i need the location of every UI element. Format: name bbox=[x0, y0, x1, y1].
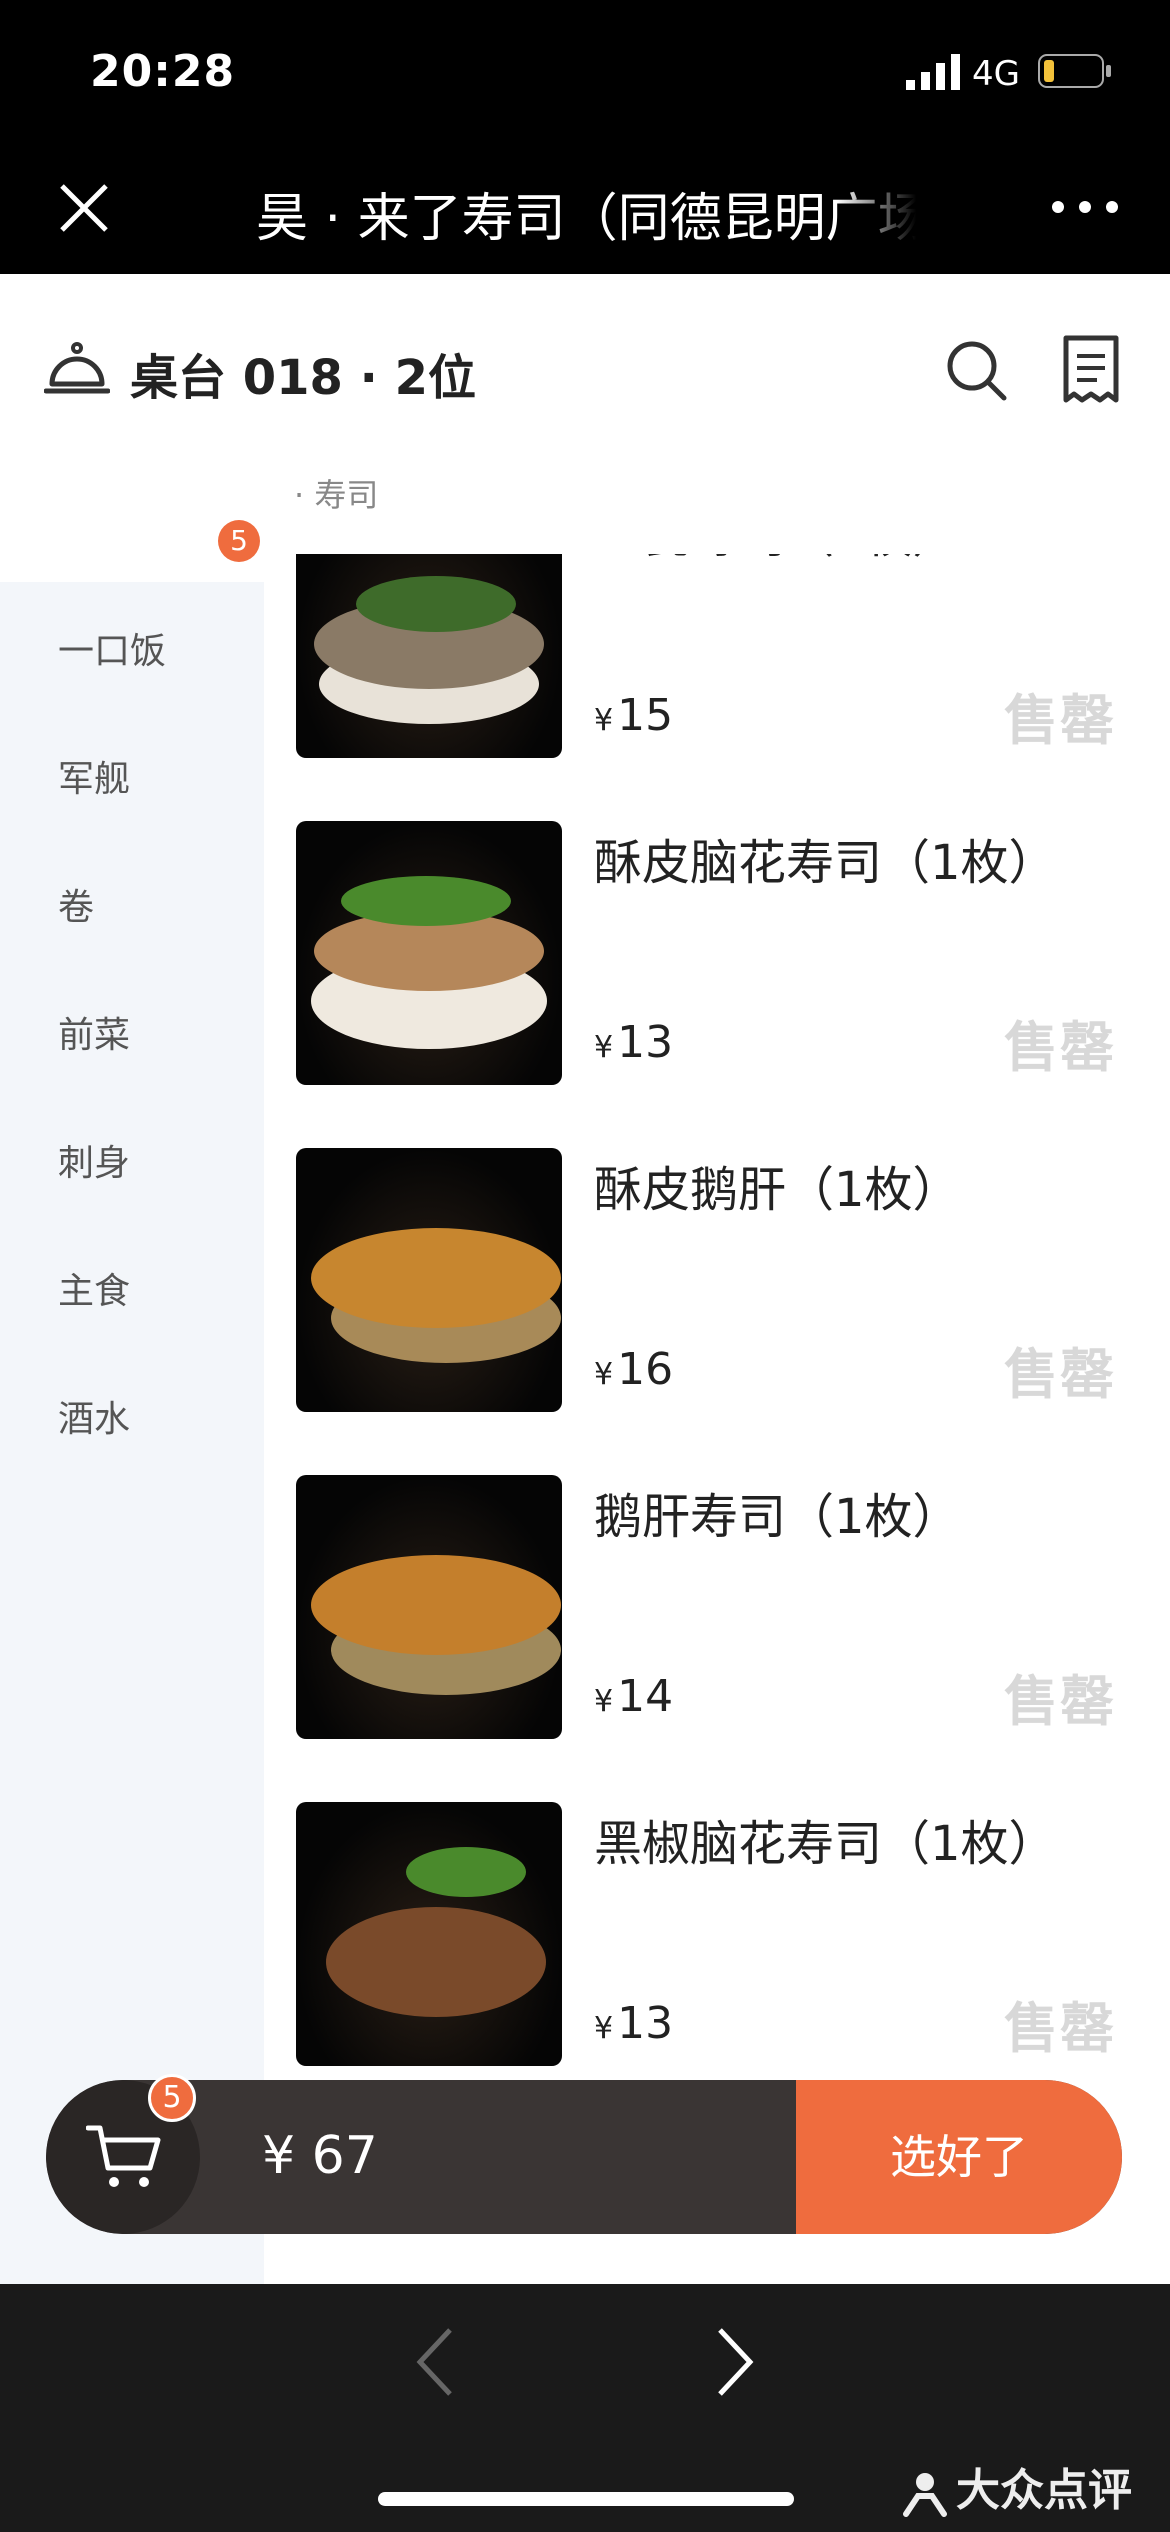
dish-price: ¥15 bbox=[594, 690, 673, 741]
dish-item[interactable]: 酥皮脑花寿司（1枚） ¥13 售罄 bbox=[264, 821, 1170, 1148]
cart-total: ¥ 67 bbox=[262, 2126, 378, 2186]
dish-name: 土瓦寿司（1枚） bbox=[594, 554, 961, 566]
sold-out-label: 售罄 bbox=[1004, 1997, 1116, 2060]
sidebar-item-roll[interactable]: 卷 bbox=[0, 838, 264, 966]
cart-bar[interactable]: ¥ 67 选好了 bbox=[46, 2080, 1122, 2234]
dish-item[interactable]: 土瓦寿司（1枚） ¥15 售罄 bbox=[264, 554, 1170, 821]
sidebar-item-staple[interactable]: 主食 bbox=[0, 1222, 264, 1350]
order-list-icon[interactable] bbox=[1062, 334, 1120, 406]
dish-photo bbox=[296, 821, 562, 1085]
dish-photo bbox=[296, 554, 562, 758]
dish-photo bbox=[296, 1475, 562, 1739]
sidebar-item-appetizer[interactable]: 前菜 bbox=[0, 966, 264, 1094]
dish-item[interactable]: 鹅肝寿司（1枚） ¥14 售罄 bbox=[264, 1475, 1170, 1802]
status-bar: 20:28 4G bbox=[0, 0, 1170, 140]
dish-photo bbox=[296, 1148, 562, 1412]
dianping-logo-icon bbox=[903, 2473, 947, 2517]
section-label: · 寿司 bbox=[294, 476, 379, 514]
dish-name: 酥皮鹅肝（1枚） bbox=[594, 1162, 961, 1218]
checkout-button[interactable]: 选好了 bbox=[796, 2080, 1122, 2234]
dish-price-value: 16 bbox=[617, 1344, 674, 1395]
nav-bar: 昊 · 来了寿司（同德昆明广场店） bbox=[0, 140, 1170, 274]
watermark-text: 大众点评 bbox=[956, 2465, 1132, 2516]
currency-symbol: ¥ bbox=[594, 1357, 614, 1392]
dish-price: ¥16 bbox=[594, 1344, 673, 1395]
forward-arrow-icon[interactable] bbox=[710, 2324, 760, 2400]
search-icon[interactable] bbox=[944, 338, 1008, 402]
dish-price: ¥13 bbox=[594, 1998, 673, 2049]
sidebar-item-label: 前菜 bbox=[58, 1015, 131, 1056]
dish-item[interactable]: 酥皮鹅肝（1枚） ¥16 售罄 bbox=[264, 1148, 1170, 1475]
dish-photo bbox=[296, 1802, 562, 2066]
sold-out-label: 售罄 bbox=[1004, 689, 1116, 752]
sold-out-label: 售罄 bbox=[1004, 1670, 1116, 1733]
table-header: 桌台 018 · 2位 bbox=[0, 274, 1170, 554]
dish-price-value: 13 bbox=[617, 1017, 674, 1068]
category-sidebar: 寿司 一口饭 军舰 卷 前菜 刺身 主食 酒水 bbox=[0, 454, 264, 2284]
browser-toolbar: 大众点评 bbox=[0, 2284, 1170, 2532]
currency-symbol: ¥ bbox=[594, 2011, 614, 2046]
sidebar-item-label: 主食 bbox=[58, 1271, 131, 1312]
menu-page: 桌台 018 · 2位 · 寿司 寿司 一口饭 军舰 卷 前菜 刺身 主食 酒水… bbox=[0, 274, 1170, 2284]
sidebar-item-label: 一口饭 bbox=[58, 631, 167, 672]
sidebar-item-sashimi[interactable]: 刺身 bbox=[0, 1094, 264, 1222]
watermark: 大众点评 bbox=[900, 2454, 1132, 2518]
currency-symbol: ¥ bbox=[594, 703, 614, 738]
sidebar-item-label: 酒水 bbox=[58, 1399, 131, 1440]
category-count-badge: 5 bbox=[218, 520, 260, 562]
back-arrow-icon[interactable] bbox=[410, 2324, 460, 2400]
sidebar-item-label: 刺身 bbox=[58, 1143, 131, 1184]
sidebar-item-gunkan[interactable]: 军舰 bbox=[0, 710, 264, 838]
sidebar-item-drinks[interactable]: 酒水 bbox=[0, 1350, 264, 1478]
dish-name: 鹅肝寿司（1枚） bbox=[594, 1489, 961, 1545]
dish-price-value: 14 bbox=[617, 1671, 674, 1722]
battery-icon bbox=[1038, 54, 1111, 88]
dish-price-value: 15 bbox=[617, 690, 674, 741]
home-indicator[interactable] bbox=[378, 2492, 794, 2506]
dish-list: 土瓦寿司（1枚） ¥15 售罄 酥皮脑花寿司（1枚） ¥13 售罄 酥皮鹅肝（1… bbox=[264, 554, 1170, 2284]
dish-price: ¥13 bbox=[594, 1017, 673, 1068]
signal-icon bbox=[906, 54, 960, 90]
table-label: 桌台 018 · 2位 bbox=[130, 350, 476, 406]
network-label: 4G bbox=[972, 54, 1020, 94]
currency-symbol: ¥ bbox=[594, 1030, 614, 1065]
close-icon[interactable] bbox=[52, 176, 116, 240]
dish-name: 黑椒脑花寿司（1枚） bbox=[594, 1816, 1057, 1872]
service-bell-icon bbox=[44, 342, 110, 394]
sold-out-label: 售罄 bbox=[1004, 1343, 1116, 1406]
more-icon[interactable] bbox=[1050, 192, 1120, 222]
page-title: 昊 · 来了寿司（同德昆明广场店） bbox=[256, 189, 916, 249]
status-time: 20:28 bbox=[90, 46, 236, 97]
shopping-cart-icon bbox=[86, 2125, 161, 2187]
dish-name: 酥皮脑花寿司（1枚） bbox=[594, 835, 1057, 891]
currency-symbol: ¥ bbox=[594, 1684, 614, 1719]
sidebar-item-label: 军舰 bbox=[58, 759, 131, 800]
sold-out-label: 售罄 bbox=[1004, 1016, 1116, 1079]
dish-price: ¥14 bbox=[594, 1671, 673, 1722]
dish-price-value: 13 bbox=[617, 1998, 674, 2049]
sidebar-item-rice-bite[interactable]: 一口饭 bbox=[0, 582, 264, 710]
sidebar-item-label: 卷 bbox=[58, 887, 95, 928]
cart-count-badge: 5 bbox=[148, 2074, 196, 2122]
